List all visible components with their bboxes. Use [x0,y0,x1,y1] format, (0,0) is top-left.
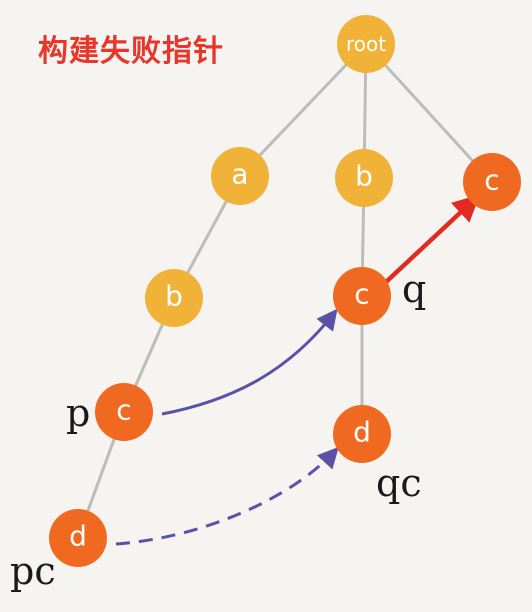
svg-text:c: c [116,394,131,427]
node-a: a [211,147,269,205]
fail-pointer-arrow-pc-qc [115,446,339,546]
svg-text:c: c [484,164,499,197]
fail-pointer-arrow-p-q [161,308,338,416]
trie-canvas: root a b c b c c d d p pc q qc [10,15,521,593]
trie-diagram: 构建失败指针 root a b c b c c d d p pc q qc [0,0,532,612]
svg-text:root: root [346,32,386,56]
node-root: root [337,15,395,73]
node-c-right: c [463,153,521,211]
node-b-middle-level1: b [335,149,393,207]
node-b-left-level2: b [145,269,203,327]
svg-text:b: b [165,280,183,313]
node-c-p: c [95,383,153,441]
svg-text:d: d [69,520,87,553]
highlight-arrow-q-c [384,194,480,284]
node-d-pc: d [49,509,107,567]
label-p: p [66,391,90,435]
svg-text:d: d [353,416,371,449]
label-pc: pc [10,549,56,593]
label-qc: qc [376,461,422,505]
node-d-qc: d [333,405,391,463]
svg-text:b: b [355,160,373,193]
svg-text:c: c [354,278,369,311]
label-q: q [402,267,426,311]
node-c-q: c [333,267,391,325]
svg-text:a: a [231,158,248,191]
tree-edges [76,42,494,539]
